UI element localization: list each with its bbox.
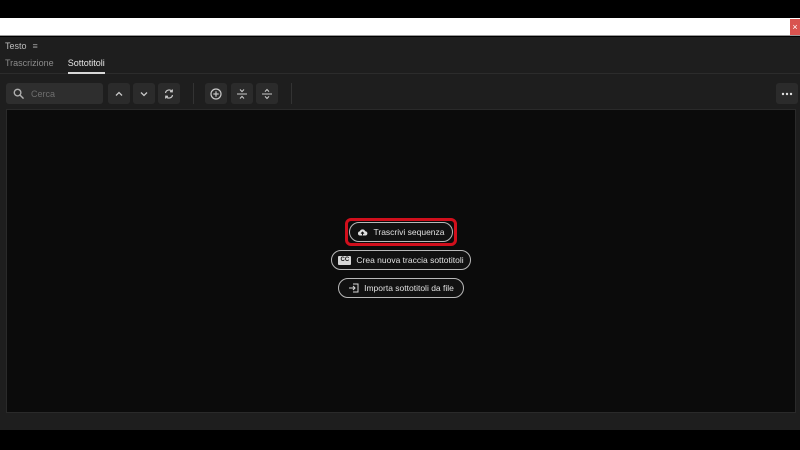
panel-title: Testo bbox=[5, 40, 27, 51]
hamburger-icon[interactable]: ≡ bbox=[33, 41, 38, 51]
cc-badge: CC bbox=[338, 255, 352, 265]
toolbar-divider bbox=[291, 83, 292, 104]
add-caption-button[interactable] bbox=[205, 83, 227, 104]
create-caption-track-button[interactable]: CC Crea nuova traccia sottotitoli bbox=[331, 250, 471, 270]
next-button[interactable] bbox=[133, 83, 155, 104]
split-caption-button[interactable] bbox=[256, 83, 278, 104]
previous-button[interactable] bbox=[108, 83, 130, 104]
search-icon bbox=[13, 88, 24, 99]
toolbar-divider bbox=[193, 83, 194, 104]
replace-button[interactable] bbox=[158, 83, 180, 104]
tab-sottotitoli[interactable]: Sottotitoli bbox=[67, 58, 105, 74]
import-captions-button[interactable]: Importa sottotitoli da file bbox=[338, 278, 464, 298]
panel-header: Testo ≡ bbox=[0, 37, 800, 54]
more-icon bbox=[781, 92, 793, 95]
transcribe-sequence-label: Trascrivi sequenza bbox=[373, 227, 445, 237]
window-close-button[interactable]: × bbox=[790, 19, 800, 35]
merge-captions-button[interactable] bbox=[231, 83, 253, 104]
transcribe-sequence-button[interactable]: Trascrivi sequenza bbox=[349, 222, 453, 242]
search-input[interactable] bbox=[31, 88, 93, 99]
screen-top-border bbox=[0, 0, 800, 18]
import-captions-label: Importa sottotitoli da file bbox=[364, 283, 454, 293]
refresh-icon bbox=[164, 88, 174, 99]
window-title-bar bbox=[0, 18, 800, 36]
create-caption-track-label: Crea nuova traccia sottotitoli bbox=[356, 255, 464, 265]
screen-bottom-border bbox=[0, 430, 800, 450]
cloud-upload-icon bbox=[357, 228, 368, 237]
split-icon bbox=[262, 88, 272, 99]
cc-icon: CC bbox=[338, 255, 352, 265]
tab-trascrizione[interactable]: Trascrizione bbox=[5, 58, 54, 73]
more-options-button[interactable] bbox=[776, 83, 798, 104]
panel-tabs: Trascrizione Sottotitoli bbox=[0, 54, 800, 74]
toolbar bbox=[0, 79, 800, 105]
chevron-up-icon bbox=[115, 91, 123, 96]
import-file-icon bbox=[348, 283, 359, 293]
add-icon bbox=[210, 87, 222, 100]
merge-icon bbox=[237, 88, 247, 99]
search-box[interactable] bbox=[6, 83, 103, 104]
chevron-down-icon bbox=[140, 91, 148, 96]
